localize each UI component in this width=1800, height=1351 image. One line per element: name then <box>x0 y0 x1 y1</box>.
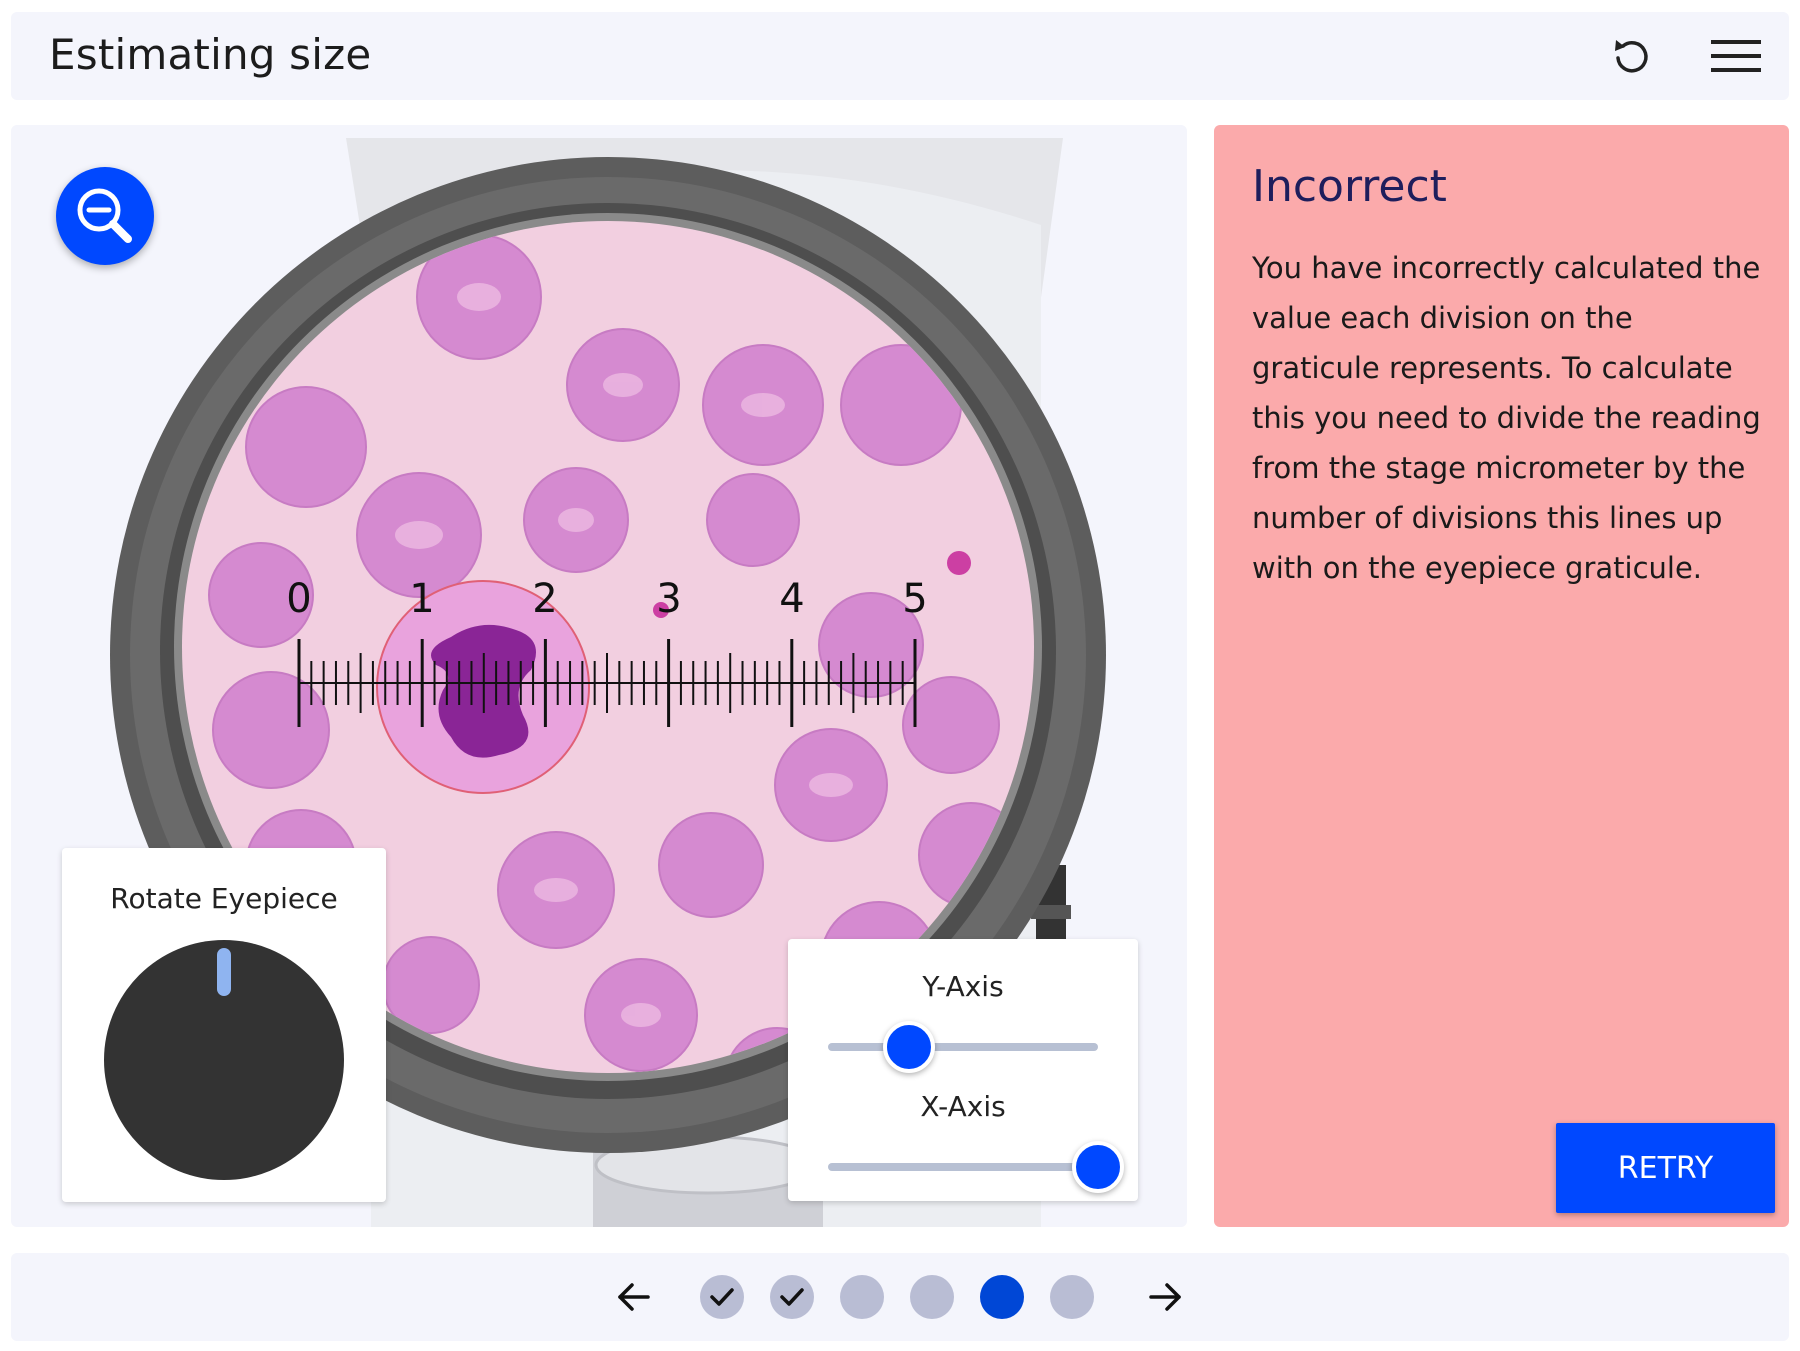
header-bar: Estimating size <box>11 12 1789 100</box>
checkmark-icon <box>780 1288 804 1306</box>
arrow-right-icon[interactable] <box>1145 1277 1185 1317</box>
y-axis-slider-thumb[interactable] <box>883 1021 935 1073</box>
graticule-number: 3 <box>656 576 681 622</box>
x-axis-label: X-Axis <box>920 1090 1006 1123</box>
page-title: Estimating size <box>49 30 372 79</box>
knob-marker <box>217 948 231 996</box>
zoom-out-icon <box>77 188 132 243</box>
step-dot-5[interactable] <box>980 1275 1024 1319</box>
step-dot-1[interactable] <box>700 1275 744 1319</box>
feedback-panel: Incorrect You have incorrectly calculate… <box>1214 125 1789 1227</box>
rotate-eyepiece-knob[interactable] <box>104 940 344 1180</box>
feedback-title: Incorrect <box>1252 161 1447 212</box>
hamburger-menu-icon[interactable] <box>1708 34 1764 78</box>
step-dot-3[interactable] <box>840 1275 884 1319</box>
graticule-number: 2 <box>532 576 557 622</box>
step-dot-6[interactable] <box>1050 1275 1094 1319</box>
graticule-number: 0 <box>286 576 311 622</box>
graticule-number: 5 <box>902 576 927 622</box>
step-navigation <box>11 1253 1789 1341</box>
rotate-eyepiece-panel: Rotate Eyepiece <box>62 848 386 1202</box>
y-axis-slider[interactable] <box>828 1021 1098 1073</box>
arrow-left-icon[interactable] <box>614 1277 654 1317</box>
y-axis-label: Y-Axis <box>922 970 1004 1003</box>
checkmark-icon <box>710 1288 734 1306</box>
retry-button[interactable]: RETRY <box>1556 1123 1775 1213</box>
zoom-out-button[interactable] <box>56 167 154 265</box>
graticule-number: 1 <box>409 576 434 622</box>
graticule-number: 4 <box>779 576 804 622</box>
stage-controls-panel: Y-Axis X-Axis <box>788 939 1138 1201</box>
feedback-message: You have incorrectly calculated the valu… <box>1252 251 1761 585</box>
reset-icon[interactable] <box>1609 34 1653 78</box>
step-dot-4[interactable] <box>910 1275 954 1319</box>
rotate-eyepiece-label: Rotate Eyepiece <box>110 882 338 915</box>
step-dot-2[interactable] <box>770 1275 814 1319</box>
x-axis-slider[interactable] <box>828 1141 1124 1193</box>
x-axis-slider-thumb[interactable] <box>1072 1141 1124 1193</box>
